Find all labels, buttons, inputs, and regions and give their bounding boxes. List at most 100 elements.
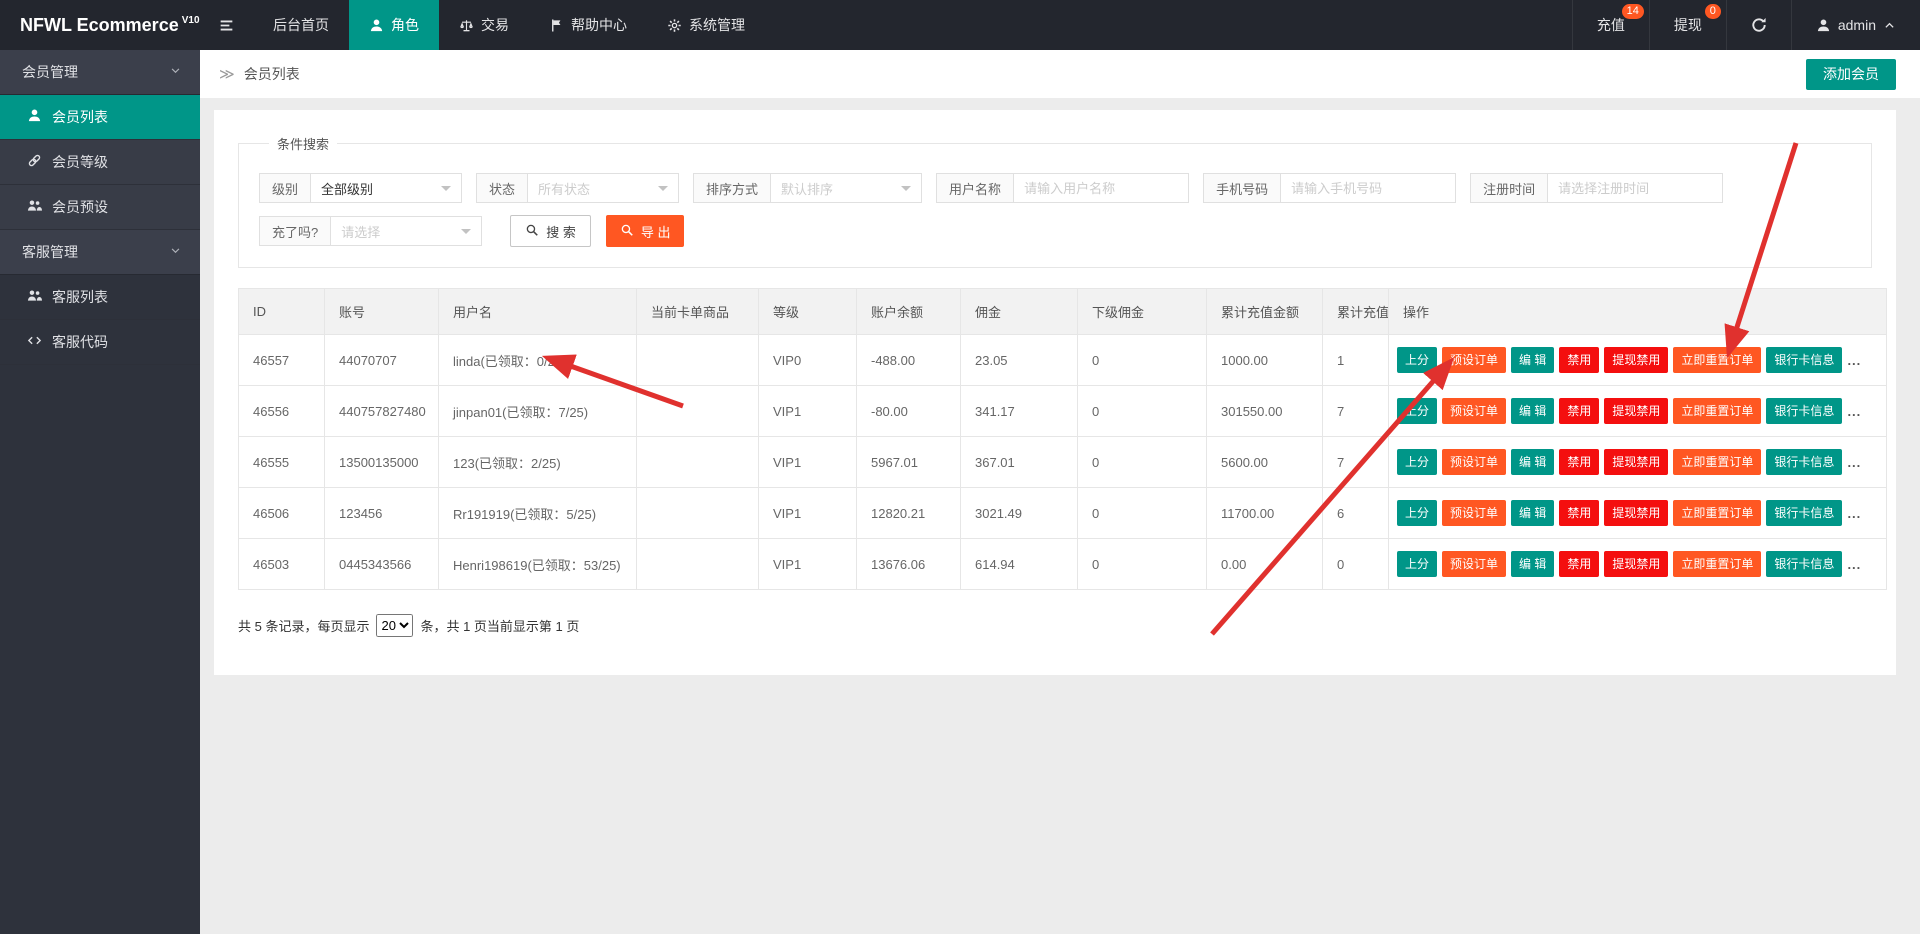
- top-navbar: NFWL EcommerceV10 后台首页角色交易帮助中心系统管理 充值14提…: [0, 0, 1920, 50]
- sidebar-item-label: 客服列表: [52, 287, 108, 307]
- edit-button[interactable]: 编 辑: [1511, 500, 1554, 526]
- withdraw-disable-button[interactable]: 提现禁用: [1604, 551, 1668, 577]
- edit-button[interactable]: 编 辑: [1511, 398, 1554, 424]
- brand-logo: NFWL EcommerceV10: [0, 0, 200, 50]
- filter-username: 用户名称: [936, 173, 1189, 203]
- preset-order-button[interactable]: 预设订单: [1442, 347, 1506, 373]
- bank-card-button[interactable]: 银行卡信息: [1766, 551, 1842, 577]
- cell-username: 123(已领取：2/25): [439, 437, 637, 488]
- search-fieldset: 条件搜索 级别全部级别状态所有状态排序方式默认排序用户名称手机号码注册时间 充了…: [238, 134, 1872, 268]
- add-points-button[interactable]: 上分: [1397, 500, 1437, 526]
- export-button[interactable]: 导 出: [606, 215, 685, 247]
- regtime-input[interactable]: [1547, 173, 1723, 203]
- nav-item-system[interactable]: 系统管理: [647, 0, 765, 50]
- cell-username: Rr191919(已领取：5/25): [439, 488, 637, 539]
- nav-item-label: 交易: [481, 15, 509, 35]
- sidebar-item-member-level[interactable]: 会员等级: [0, 140, 200, 185]
- withdraw-disable-button[interactable]: 提现禁用: [1604, 500, 1668, 526]
- search-button[interactable]: 搜 索: [510, 215, 591, 247]
- disable-button[interactable]: 禁用: [1559, 449, 1599, 475]
- reset-order-button[interactable]: 立即重置订单: [1673, 347, 1761, 373]
- more-button[interactable]: ...: [1847, 557, 1861, 572]
- withdraw-disable-button[interactable]: 提现禁用: [1604, 347, 1668, 373]
- collapse-sidebar-button[interactable]: [200, 0, 253, 50]
- withdraw-label: 提现: [1674, 15, 1702, 35]
- column-header: 下级佣金: [1078, 289, 1207, 335]
- cell-recharge-count: 7: [1323, 386, 1389, 437]
- edit-button[interactable]: 编 辑: [1511, 551, 1554, 577]
- sidebar-item-member-preset[interactable]: 会员预设: [0, 185, 200, 230]
- cell-recharge-count: 0: [1323, 539, 1389, 590]
- disable-button[interactable]: 禁用: [1559, 500, 1599, 526]
- sidebar-item-service-code[interactable]: 客服代码: [0, 320, 200, 365]
- nav-item-role[interactable]: 角色: [349, 0, 439, 50]
- edit-button[interactable]: 编 辑: [1511, 449, 1554, 475]
- reset-order-button[interactable]: 立即重置订单: [1673, 500, 1761, 526]
- sort-select[interactable]: 默认排序: [770, 173, 922, 203]
- more-button[interactable]: ...: [1847, 353, 1861, 368]
- bank-card-button[interactable]: 银行卡信息: [1766, 398, 1842, 424]
- search-row-2: 充了吗?请选择 搜 索 导 出: [259, 215, 1851, 247]
- preset-order-button[interactable]: 预设订单: [1442, 551, 1506, 577]
- chevron-down-icon: [169, 244, 182, 260]
- add-member-button[interactable]: 添加会员: [1806, 59, 1896, 90]
- sidebar-section-member-management[interactable]: 会员管理: [0, 50, 200, 95]
- cell-id: 46557: [239, 335, 325, 386]
- reset-order-button[interactable]: 立即重置订单: [1673, 398, 1761, 424]
- phone-input[interactable]: [1280, 173, 1456, 203]
- edit-button[interactable]: 编 辑: [1511, 347, 1554, 373]
- cell-sub-commission: 0: [1078, 488, 1207, 539]
- admin-user-menu[interactable]: admin: [1791, 0, 1920, 50]
- refresh-button[interactable]: [1726, 0, 1791, 50]
- disable-button[interactable]: 禁用: [1559, 551, 1599, 577]
- link-icon: [27, 153, 42, 171]
- page-size-select[interactable]: 20: [376, 614, 413, 637]
- reset-order-button[interactable]: 立即重置订单: [1673, 449, 1761, 475]
- bank-card-button[interactable]: 银行卡信息: [1766, 500, 1842, 526]
- cell-product: [637, 335, 759, 386]
- column-header: 累计充值金额: [1207, 289, 1323, 335]
- cell-balance: 5967.01: [857, 437, 961, 488]
- nav-item-label: 帮助中心: [571, 15, 627, 35]
- bank-card-button[interactable]: 银行卡信息: [1766, 449, 1842, 475]
- disable-button[interactable]: 禁用: [1559, 398, 1599, 424]
- add-points-button[interactable]: 上分: [1397, 551, 1437, 577]
- dropdown-arrow-icon: [901, 186, 911, 196]
- add-points-button[interactable]: 上分: [1397, 398, 1437, 424]
- nav-item-trade[interactable]: 交易: [439, 0, 529, 50]
- add-points-button[interactable]: 上分: [1397, 347, 1437, 373]
- withdraw-nav-item[interactable]: 提现0: [1649, 0, 1726, 50]
- sidebar-item-service-list[interactable]: 客服列表: [0, 275, 200, 320]
- disable-button[interactable]: 禁用: [1559, 347, 1599, 373]
- withdraw-disable-button[interactable]: 提现禁用: [1604, 449, 1668, 475]
- preset-order-button[interactable]: 预设订单: [1442, 449, 1506, 475]
- filter-status: 状态所有状态: [476, 173, 679, 203]
- cell-id: 46503: [239, 539, 325, 590]
- breadcrumb-icon: ≫: [219, 65, 235, 83]
- more-button[interactable]: ...: [1847, 506, 1861, 521]
- add-points-button[interactable]: 上分: [1397, 449, 1437, 475]
- nav-item-help[interactable]: 帮助中心: [529, 0, 647, 50]
- preset-order-button[interactable]: 预设订单: [1442, 398, 1506, 424]
- sidebar-section-service-management[interactable]: 客服管理: [0, 230, 200, 275]
- recharged-select[interactable]: 请选择: [330, 216, 482, 246]
- bank-card-button[interactable]: 银行卡信息: [1766, 347, 1842, 373]
- cell-account: 44070707: [325, 335, 439, 386]
- preset-order-button[interactable]: 预设订单: [1442, 500, 1506, 526]
- status-select[interactable]: 所有状态: [527, 173, 679, 203]
- cell-total-recharge: 5600.00: [1207, 437, 1323, 488]
- filter-phone-label: 手机号码: [1203, 173, 1280, 203]
- more-button[interactable]: ...: [1847, 455, 1861, 470]
- more-button[interactable]: ...: [1847, 404, 1861, 419]
- recharge-nav-item[interactable]: 充值14: [1572, 0, 1649, 50]
- caret-up-icon: [1883, 19, 1896, 32]
- sidebar-item-member-list[interactable]: 会员列表: [0, 95, 200, 140]
- nav-item-dashboard[interactable]: 后台首页: [253, 0, 349, 50]
- level-select[interactable]: 全部级别: [310, 173, 462, 203]
- reset-order-button[interactable]: 立即重置订单: [1673, 551, 1761, 577]
- export-search-icon: [620, 223, 634, 240]
- sidebar-section-label: 会员管理: [22, 62, 78, 82]
- username-input[interactable]: [1013, 173, 1189, 203]
- filter-sort-label: 排序方式: [693, 173, 770, 203]
- withdraw-disable-button[interactable]: 提现禁用: [1604, 398, 1668, 424]
